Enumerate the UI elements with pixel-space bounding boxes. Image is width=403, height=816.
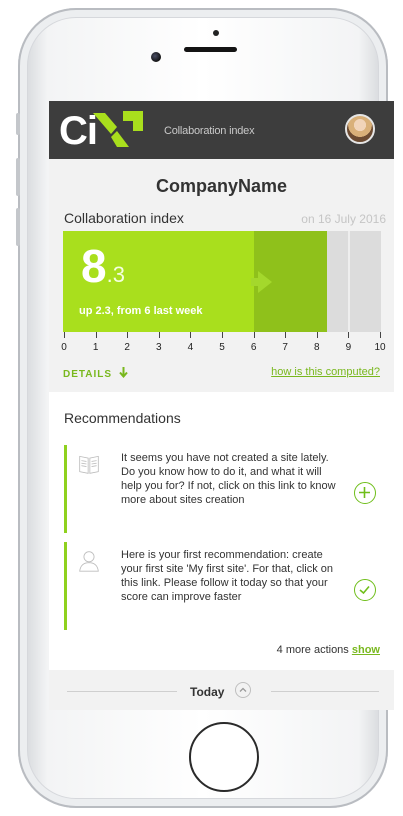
recommendation-item[interactable]: It seems you have not created a site lat…	[64, 445, 384, 533]
recommendations-title: Recommendations	[64, 410, 181, 426]
collab-index-date: on 16 July 2016	[301, 212, 386, 226]
check-circle-icon[interactable]	[354, 579, 376, 601]
score-decimal: .3	[106, 262, 125, 287]
gauge-links: DETAILS how is this computed?	[49, 363, 394, 383]
axis-tick-label: 10	[374, 342, 386, 353]
details-link[interactable]: DETAILS	[63, 367, 128, 380]
logo-arrow-icon	[93, 111, 143, 147]
company-name: CompanyName	[155, 176, 288, 196]
axis-tick-label: 7	[282, 342, 288, 353]
gauge-remaining	[326, 231, 381, 332]
header-title: Collaboration index	[164, 125, 255, 137]
score-change: up 2.3, from 6 last week	[79, 305, 203, 317]
plus-circle-icon[interactable]	[354, 482, 376, 504]
volume-up-button	[16, 158, 20, 196]
collab-index-title: Collaboration index	[64, 210, 184, 226]
show-more-link[interactable]: show	[352, 644, 380, 656]
axis-tick-label: 9	[345, 342, 352, 353]
avatar[interactable]	[345, 114, 375, 144]
axis-tick-label: 1	[92, 342, 99, 353]
axis-tick	[253, 332, 255, 338]
axis-tick	[316, 332, 318, 338]
axis-tick	[348, 332, 350, 338]
axis-tick	[190, 332, 192, 338]
gauge-arrow-icon	[257, 271, 272, 293]
axis-tick	[380, 332, 381, 338]
axis-tick-label: 0	[61, 342, 67, 353]
axis-tick	[222, 332, 223, 338]
recommendation-text: Here is your first recommendation: creat…	[121, 549, 334, 603]
home-button[interactable]	[189, 722, 259, 792]
recommendation-accent-bar	[64, 445, 67, 533]
axis-tick-label: 4	[187, 342, 194, 353]
more-actions-count: 4 more actions	[276, 644, 349, 656]
timeline-today-label: Today	[190, 685, 225, 699]
app-screen: Ci Collaboration index CompanyName Colla…	[49, 101, 394, 710]
chevron-up-icon[interactable]	[235, 682, 251, 698]
gauge-axis: 0 1 2 3 4 5 6 7 8 9 10	[61, 332, 386, 358]
recommendation-text: It seems you have not created a site lat…	[121, 452, 336, 506]
score-gauge: 8.3 up 2.3, from 6 last week	[63, 231, 381, 332]
axis-tick	[285, 332, 287, 338]
front-camera	[151, 52, 161, 62]
arrow-down-icon	[119, 367, 128, 379]
collab-index-header: Collaboration index on 16 July 2016	[49, 206, 394, 228]
axis-tick-label: 3	[156, 342, 162, 353]
volume-down-button	[16, 208, 20, 246]
axis-tick	[95, 332, 97, 338]
book-icon	[79, 455, 99, 474]
axis-tick	[127, 332, 129, 338]
recommendation-accent-bar	[64, 542, 67, 630]
mute-switch	[16, 113, 20, 135]
gauge-divider	[348, 231, 351, 332]
axis-tick-label: 5	[219, 342, 225, 353]
timeline-line-left	[67, 691, 177, 692]
timeline-bar: Today	[49, 670, 394, 710]
axis-tick	[158, 332, 160, 338]
score-value: 8.3	[81, 239, 125, 293]
more-actions: 4 more actions show	[277, 644, 380, 656]
recommendations-panel: Recommendations It seems you have not cr…	[49, 392, 394, 670]
speaker-grille	[184, 47, 237, 52]
user-icon	[79, 551, 99, 572]
app-header: Ci Collaboration index	[49, 101, 394, 159]
cix-logo[interactable]: Ci	[59, 107, 149, 153]
score-integer: 8	[81, 240, 107, 292]
axis-tick-label: 8	[314, 342, 320, 353]
details-label: DETAILS	[63, 369, 113, 380]
axis-tick	[64, 332, 65, 338]
axis-tick-label: 6	[250, 342, 257, 353]
recommendation-item[interactable]: Here is your first recommendation: creat…	[64, 542, 384, 630]
proximity-sensor	[213, 30, 219, 36]
how-computed-link[interactable]: how is this computed?	[271, 366, 380, 378]
timeline-line-right	[271, 691, 379, 692]
axis-tick-label: 2	[124, 342, 130, 353]
